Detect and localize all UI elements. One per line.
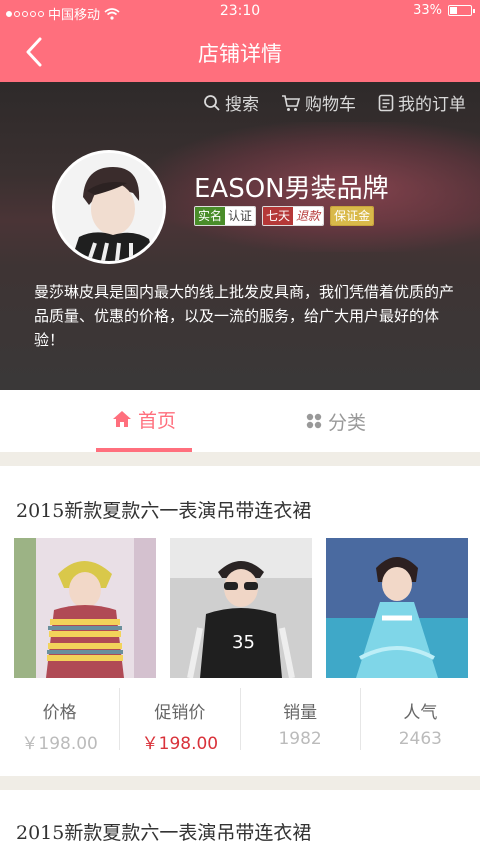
status-bar: 中国移动 23:10 33% (0, 0, 480, 24)
shop-description: 曼莎琳皮具是国内最大的线上批发皮具商，我们凭借着优质的产品质量、优惠的价格，以及… (34, 283, 455, 349)
status-time: 23:10 (219, 3, 261, 19)
tab-home[interactable]: 首页 (96, 390, 192, 452)
battery-icon (448, 5, 475, 16)
stat-sales: 销量 1982 (239, 688, 360, 750)
orders-button[interactable]: 我的订单 (378, 90, 466, 115)
stat-price: 价格 ￥198.00 (21, 703, 98, 754)
stat-popularity: 人气 2463 (359, 688, 480, 750)
order-list-icon (378, 94, 394, 111)
shop-tabs: 首页 分类 (0, 390, 480, 452)
avatar-photo (55, 153, 163, 261)
top-bar: 中国移动 23:10 33% 店铺详情 (0, 0, 480, 82)
home-icon (112, 411, 131, 427)
product-title: 2015新款夏款六一表演吊带连衣裙 (16, 500, 312, 522)
svg-text:35: 35 (232, 632, 255, 653)
battery-percent: 33% (413, 3, 442, 18)
page-title: 店铺详情 (198, 42, 282, 66)
shop-name: EASON男装品牌 (194, 174, 389, 204)
girl-dress-photo (326, 538, 468, 678)
product-card[interactable]: 2015新款夏款六一表演吊带连衣裙 (0, 790, 480, 852)
shop-avatar[interactable] (52, 150, 166, 264)
product-thumbnails: 35 (14, 538, 468, 678)
product-stats: 价格 ￥198.00 促销价 ￥198.00 销量 1982 人气 2463 (0, 688, 480, 754)
orders-label: 我的订单 (398, 95, 466, 115)
tab-category-label: 分类 (327, 411, 366, 434)
refund-badge: 七天 退款 (262, 206, 325, 226)
stat-promo-price: 促销价 ￥198.00 (119, 688, 239, 754)
tab-home-label: 首页 (137, 409, 176, 432)
grid-dots-icon (306, 413, 322, 429)
boy-shirt-photo: 35 (170, 538, 312, 678)
product-image[interactable]: 35 (170, 538, 312, 678)
product-image[interactable] (14, 538, 156, 678)
search-icon (204, 94, 220, 111)
search-label: 搜索 (225, 95, 259, 115)
deposit-badge: 保证金 (330, 206, 375, 226)
product-card[interactable]: 2015新款夏款六一表演吊带连衣裙 35 价格 ￥198.00 促销价 ￥198… (0, 466, 480, 776)
verified-badge: 实名 认证 (194, 206, 257, 226)
shop-badges: 实名 认证 七天 退款 保证金 (194, 206, 375, 226)
tab-category[interactable]: 分类 (288, 390, 384, 452)
product-title: 2015新款夏款六一表演吊带连衣裙 (16, 822, 312, 844)
shop-banner: 搜索 购物车 我的订单 EASON男装品牌 实名 认证 七天 退款 保证金 曼莎… (0, 82, 480, 390)
cart-label: 购物车 (305, 95, 356, 115)
cart-icon (282, 94, 301, 111)
girl-sweater-photo (14, 538, 156, 678)
product-image[interactable] (326, 538, 468, 678)
search-button[interactable]: 搜索 (203, 90, 259, 115)
shop-toolbar: 搜索 购物车 我的订单 (203, 90, 466, 115)
cart-button[interactable]: 购物车 (281, 90, 356, 115)
